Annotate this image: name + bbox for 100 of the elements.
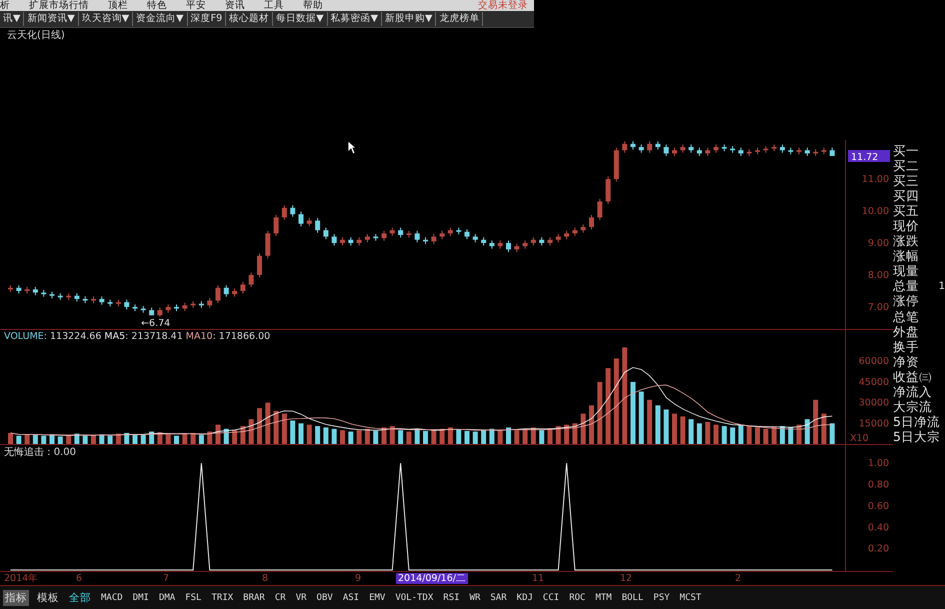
indicator-tab[interactable]: FSL	[183, 592, 204, 604]
indicator-tab[interactable]: MTM	[593, 592, 614, 604]
quote-field-label: 总笔	[893, 310, 919, 324]
series-name: VOLUME	[4, 331, 44, 342]
quote-field-label: 买五	[893, 204, 919, 218]
indicator-tab[interactable]: KDJ	[514, 592, 535, 604]
indicator-tab[interactable]: BRAR	[241, 592, 267, 604]
indicator-tab[interactable]: CCI	[540, 592, 562, 604]
quote-field-label: 买一	[893, 144, 919, 158]
series-name: MA5	[104, 331, 126, 342]
toolbar-button[interactable]: 玖天咨询▼	[78, 12, 134, 26]
current-price-label: 11.72	[848, 150, 890, 163]
menu-item[interactable]: 扩展市场行情	[29, 0, 89, 11]
quote-field-label: 收益㈢	[893, 370, 932, 384]
indicator-tab[interactable]: ASI	[340, 592, 362, 604]
quote-field-label: 5日大宗	[893, 430, 940, 444]
series-readout: : 171866.00	[212, 331, 270, 342]
series-readout: : 213718.41	[125, 331, 183, 342]
indicator-tab[interactable]: OBV	[314, 592, 335, 604]
quote-field-label: 换手	[893, 340, 919, 354]
date-axis-label: 7	[163, 573, 170, 584]
series-readout: : 113224.66	[44, 331, 102, 342]
date-axis-label: 2014年	[4, 573, 38, 584]
indicator-tab[interactable]: EMV	[367, 592, 388, 604]
indicator-tab[interactable]: ROC	[567, 592, 588, 604]
price-axis-label: 11.00	[862, 174, 889, 186]
indicator-tab[interactable]: PSY	[651, 592, 672, 604]
toolbar-button[interactable]: 新闻资讯▼	[24, 12, 79, 26]
volume-axis-label: 60000	[858, 356, 889, 368]
indicator-tab[interactable]: WR	[468, 592, 482, 604]
indicator-tab[interactable]: DMA	[156, 592, 178, 604]
indicator-tab[interactable]: VR	[294, 592, 309, 604]
toolbar-button[interactable]: 核心题材	[226, 12, 274, 26]
toolbar-button[interactable]: 每日数据▼	[273, 12, 328, 26]
date-axis-label: 2	[735, 573, 742, 584]
quote-field-label: 大宗流	[893, 400, 932, 414]
mode-button[interactable]: 模板	[35, 590, 61, 606]
date-axis-label: 11	[532, 573, 544, 584]
indicator-tab[interactable]: DMI	[130, 592, 151, 604]
series-readout: : 0.00	[47, 447, 76, 458]
quote-field-label: 现价	[893, 219, 919, 234]
indicator-tab[interactable]: BOLL	[620, 592, 646, 604]
chart-title: 云天化(日线)	[7, 30, 65, 41]
indicator-axis-label: 0.60	[868, 500, 889, 512]
indicator-tab[interactable]: MACD	[99, 592, 125, 604]
volume-axis-label: 30000	[858, 398, 889, 409]
indicator-tab[interactable]: VOL-TDX	[393, 592, 436, 604]
indicator-axis-label: 1.00	[868, 458, 889, 470]
quote-field-label: 买四	[893, 188, 919, 203]
menu-item[interactable]: 帮助	[303, 0, 323, 11]
quote-field-label: 买二	[893, 158, 919, 173]
indicator-tab[interactable]: MCST	[678, 592, 704, 604]
toolbar-button[interactable]: 龙虎榜单	[436, 12, 484, 26]
price-axis-label: 8.00	[868, 270, 889, 281]
toolbar-button[interactable]: 私募密函▼	[328, 12, 382, 26]
menu-item[interactable]: 特色	[147, 0, 167, 11]
low-price-marker: ←6.74	[141, 318, 170, 329]
indicator-tab[interactable]: 全部	[67, 590, 93, 606]
indicator-tab[interactable]: TRIX	[209, 592, 236, 604]
price-axis-label: 9.00	[868, 238, 889, 249]
menu-item[interactable]: 资讯	[225, 0, 245, 11]
quote-field-label: 总量	[893, 279, 919, 294]
quote-field-label: 外盘	[893, 324, 919, 339]
volume-unit-label: X10	[850, 433, 869, 444]
menu-item[interactable]: 顶栏	[108, 0, 128, 11]
indicator-axis-label: 0.40	[868, 522, 889, 534]
indicator-tab[interactable]: RSI	[441, 592, 462, 604]
price-axis-label: 7.00	[868, 302, 889, 313]
menu-item[interactable]: 工具	[264, 0, 284, 11]
indicator-tab[interactable]: CR	[272, 592, 288, 604]
quote-field-label: 涨跌	[893, 234, 919, 248]
date-axis-label: 12	[620, 573, 632, 584]
quote-field-label: 净流入	[893, 385, 932, 400]
quote-field-value: 1	[938, 280, 945, 292]
date-axis-label: 6	[76, 573, 82, 584]
toolbar-button[interactable]: 新股申购▼	[382, 12, 436, 26]
date-axis-label: 9	[355, 573, 362, 584]
volume-axis-label: 45000	[858, 376, 889, 388]
menu-item[interactable]: 析	[0, 0, 10, 11]
series-name: MA10	[186, 331, 213, 342]
toolbar-button[interactable]: 讯▼	[0, 12, 24, 26]
quote-field-label: 净资	[893, 354, 919, 369]
toolbar-button[interactable]: 资金流向▼	[133, 12, 188, 26]
toolbar-button[interactable]: 深度F9	[188, 12, 226, 26]
quote-field-label: 买三	[893, 174, 919, 188]
indicator-axis-label: 0.80	[868, 480, 889, 491]
series-name: 无悔追击	[4, 447, 44, 458]
quote-field-label: 现量	[893, 264, 919, 278]
volume-axis-label: 15000	[858, 418, 889, 430]
indicator-axis-label: 0.20	[868, 544, 889, 555]
date-axis-label: 8	[262, 573, 268, 584]
quote-field-label: 涨幅	[893, 249, 919, 264]
price-axis-label: 10.00	[862, 206, 889, 217]
menu-item[interactable]: 平安	[186, 0, 206, 11]
indicator-tab[interactable]: SAR	[488, 592, 509, 604]
quote-field-label: 5日净流	[893, 415, 940, 430]
quote-field-label: 涨停	[893, 294, 919, 308]
mode-button[interactable]: 指标	[3, 590, 29, 606]
login-status[interactable]: 交易未登录	[478, 0, 528, 11]
cursor-date-label: 2014/09/16/二	[396, 573, 468, 584]
